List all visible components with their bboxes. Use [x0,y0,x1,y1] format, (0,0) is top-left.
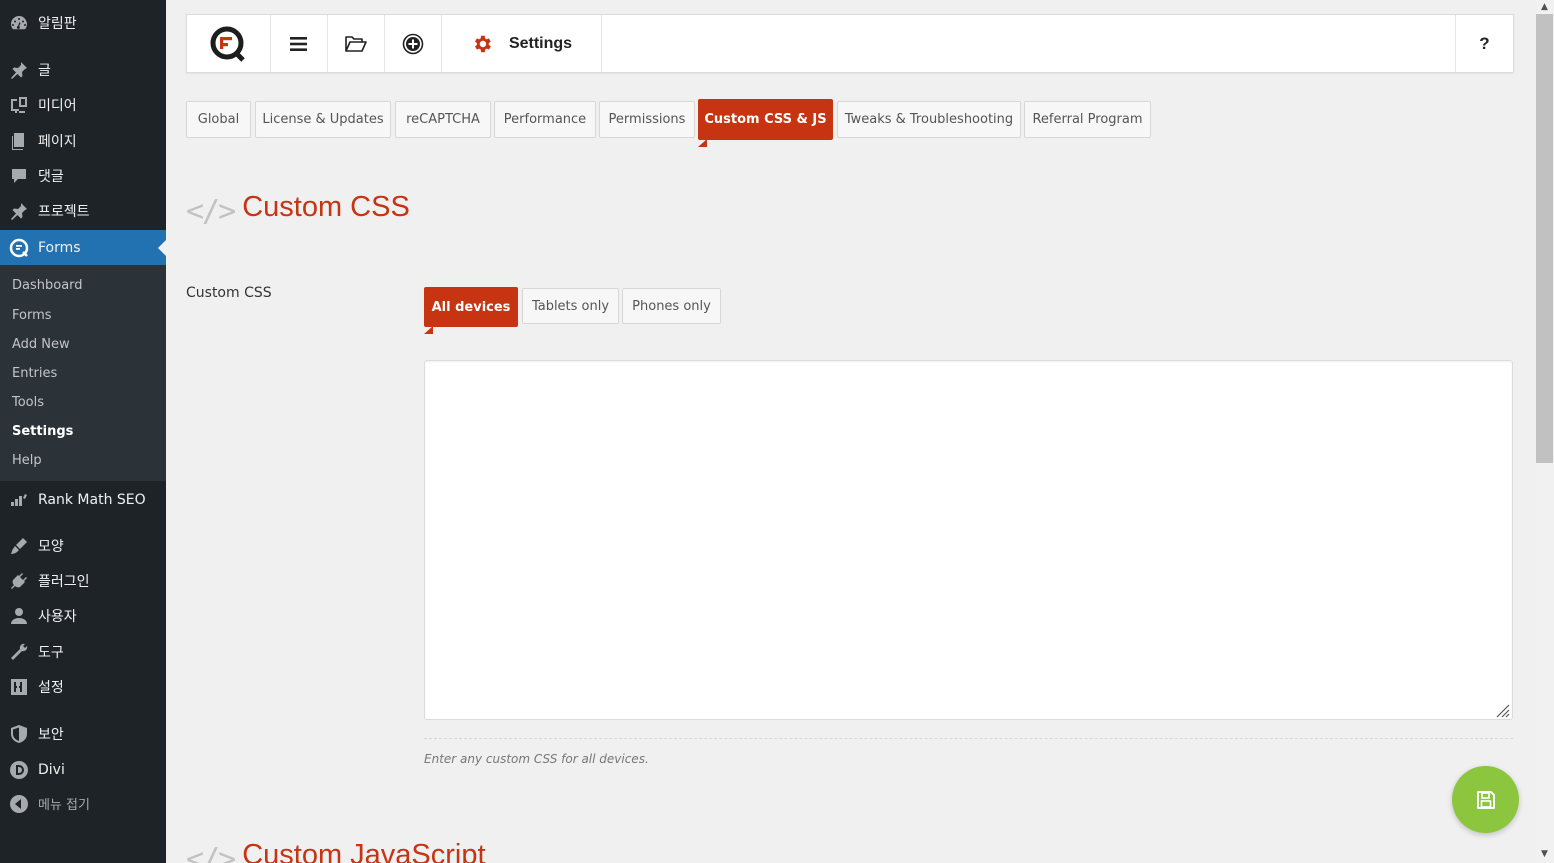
sidebar-item-forms[interactable]: Forms [0,230,166,265]
plugin-toolbar: Settings ? [186,14,1514,73]
sidebar-item-divi[interactable]: Divi [0,752,166,787]
collapse-menu-button[interactable]: 메뉴 접기 [0,786,166,821]
resize-handle-icon[interactable] [1494,702,1510,718]
comment-icon [0,158,38,193]
sidebar-item-settings[interactable]: 설정 [0,669,166,704]
sidebar-item-label: 모양 [38,538,64,555]
sidebar-item-pages[interactable]: 페이지 [0,123,166,158]
sidebar-item-users[interactable]: 사용자 [0,598,166,633]
help-button[interactable]: ? [1456,15,1513,72]
custom-css-help-text: Enter any custom CSS for all devices. [424,752,649,766]
scroll-up-arrow-icon[interactable]: ▲ [1535,0,1554,14]
sidebar-item-comments[interactable]: 댓글 [0,158,166,193]
page-icon [0,123,38,158]
forms-submenu: Dashboard Forms Add New Entries Tools Se… [0,265,166,481]
divi-icon [0,752,38,787]
user-icon [0,598,38,633]
plugin-logo[interactable] [187,15,271,72]
floppy-disk-icon [1476,790,1495,809]
scrollbar-thumb[interactable] [1536,14,1553,463]
custom-js-heading: </> Custom JavaScript [186,838,486,863]
dashboard-icon [0,5,38,40]
submenu-add-new[interactable]: Add New [12,335,70,355]
tab-custom-css-js[interactable]: Custom CSS & JS [698,99,833,140]
sidebar-item-label: 페이지 [38,133,77,150]
page-title: Settings [508,34,573,52]
sidebar-item-appearance[interactable]: 모양 [0,528,166,563]
sidebar-item-projects[interactable]: 프로젝트 [0,193,166,228]
field-divider [424,738,1513,739]
pin-icon [0,193,38,228]
tab-global[interactable]: Global [186,101,251,138]
submenu-help[interactable]: Help [12,451,42,471]
code-icon: </> [186,194,236,229]
gear-icon [474,35,491,52]
save-button[interactable] [1452,766,1519,833]
settings-header: Settings [442,15,602,72]
rank-math-icon [0,482,38,517]
device-tab-phones[interactable]: Phones only [622,288,721,324]
submenu-entries[interactable]: Entries [12,364,57,384]
tab-permissions[interactable]: Permissions [599,101,695,138]
forms-button[interactable] [328,15,385,72]
tab-recaptcha[interactable]: reCAPTCHA [395,101,491,138]
tab-referral-program[interactable]: Referral Program [1024,101,1151,138]
sidebar-item-label: Divi [38,761,65,778]
sidebar-item-label: 설정 [38,679,64,696]
sidebar-item-label: 보안 [38,726,64,743]
hamburger-icon [290,36,307,51]
collapse-arrow-icon [0,786,38,821]
submenu-dashboard[interactable]: Dashboard [12,276,83,296]
settings-sliders-icon [0,669,38,704]
custom-css-textarea[interactable] [424,360,1513,720]
collapse-menu-label: 메뉴 접기 [38,798,90,813]
sidebar-item-tools[interactable]: 도구 [0,634,166,669]
section-title: Custom CSS [242,191,410,223]
sidebar-item-label: 미디어 [38,97,77,114]
sidebar-item-posts[interactable]: 글 [0,52,166,87]
tab-performance[interactable]: Performance [494,101,596,138]
folder-open-icon [345,35,367,52]
sidebar-item-label: 플러그인 [38,573,90,590]
sidebar-item-label: 알림판 [38,15,77,32]
brush-icon [0,528,38,563]
custom-css-label: Custom CSS [186,285,272,301]
sidebar-item-dashboard[interactable]: 알림판 [0,5,166,40]
sidebar-item-security[interactable]: 보안 [0,716,166,751]
media-icon [0,87,38,122]
sidebar-item-label: 댓글 [38,168,64,185]
sidebar-item-label: 프로젝트 [38,203,90,220]
submenu-settings[interactable]: Settings [12,422,73,442]
tab-tweaks-troubleshooting[interactable]: Tweaks & Troubleshooting [837,101,1021,138]
scroll-down-arrow-icon[interactable]: ▼ [1535,847,1554,861]
sidebar-item-media[interactable]: 미디어 [0,87,166,122]
add-form-button[interactable] [385,15,442,72]
submenu-tools[interactable]: Tools [12,393,44,413]
sidebar-item-label: 글 [38,62,51,79]
toolbar-spacer [602,15,1456,72]
shield-icon [0,716,38,751]
menu-button[interactable] [271,15,328,72]
plus-circle-icon [402,33,424,54]
sidebar-item-label: Rank Math SEO [38,491,146,508]
tab-license-updates[interactable]: License & Updates [255,101,391,138]
custom-css-heading: </> Custom CSS [186,190,410,229]
plugin-icon [0,563,38,598]
code-icon: </> [186,842,236,863]
sidebar-item-plugins[interactable]: 플러그인 [0,563,166,598]
wrench-icon [0,634,38,669]
sidebar-item-label: Forms [38,239,81,256]
sidebar-item-label: 도구 [38,644,64,661]
submenu-forms[interactable]: Forms [12,306,52,326]
sidebar-item-rank-math[interactable]: Rank Math SEO [0,482,166,517]
quform-logo-icon [210,26,245,62]
section-title: Custom JavaScript [242,839,486,863]
device-tab-tablets[interactable]: Tablets only [522,288,619,324]
sidebar-item-label: 사용자 [38,608,77,625]
admin-sidebar: 알림판 글 미디어 페이지 댓글 프로젝트 Forms Dashboard Fo… [0,0,166,863]
forms-logo-icon [0,230,38,265]
pin-icon [0,52,38,87]
device-tab-all[interactable]: All devices [424,287,518,327]
